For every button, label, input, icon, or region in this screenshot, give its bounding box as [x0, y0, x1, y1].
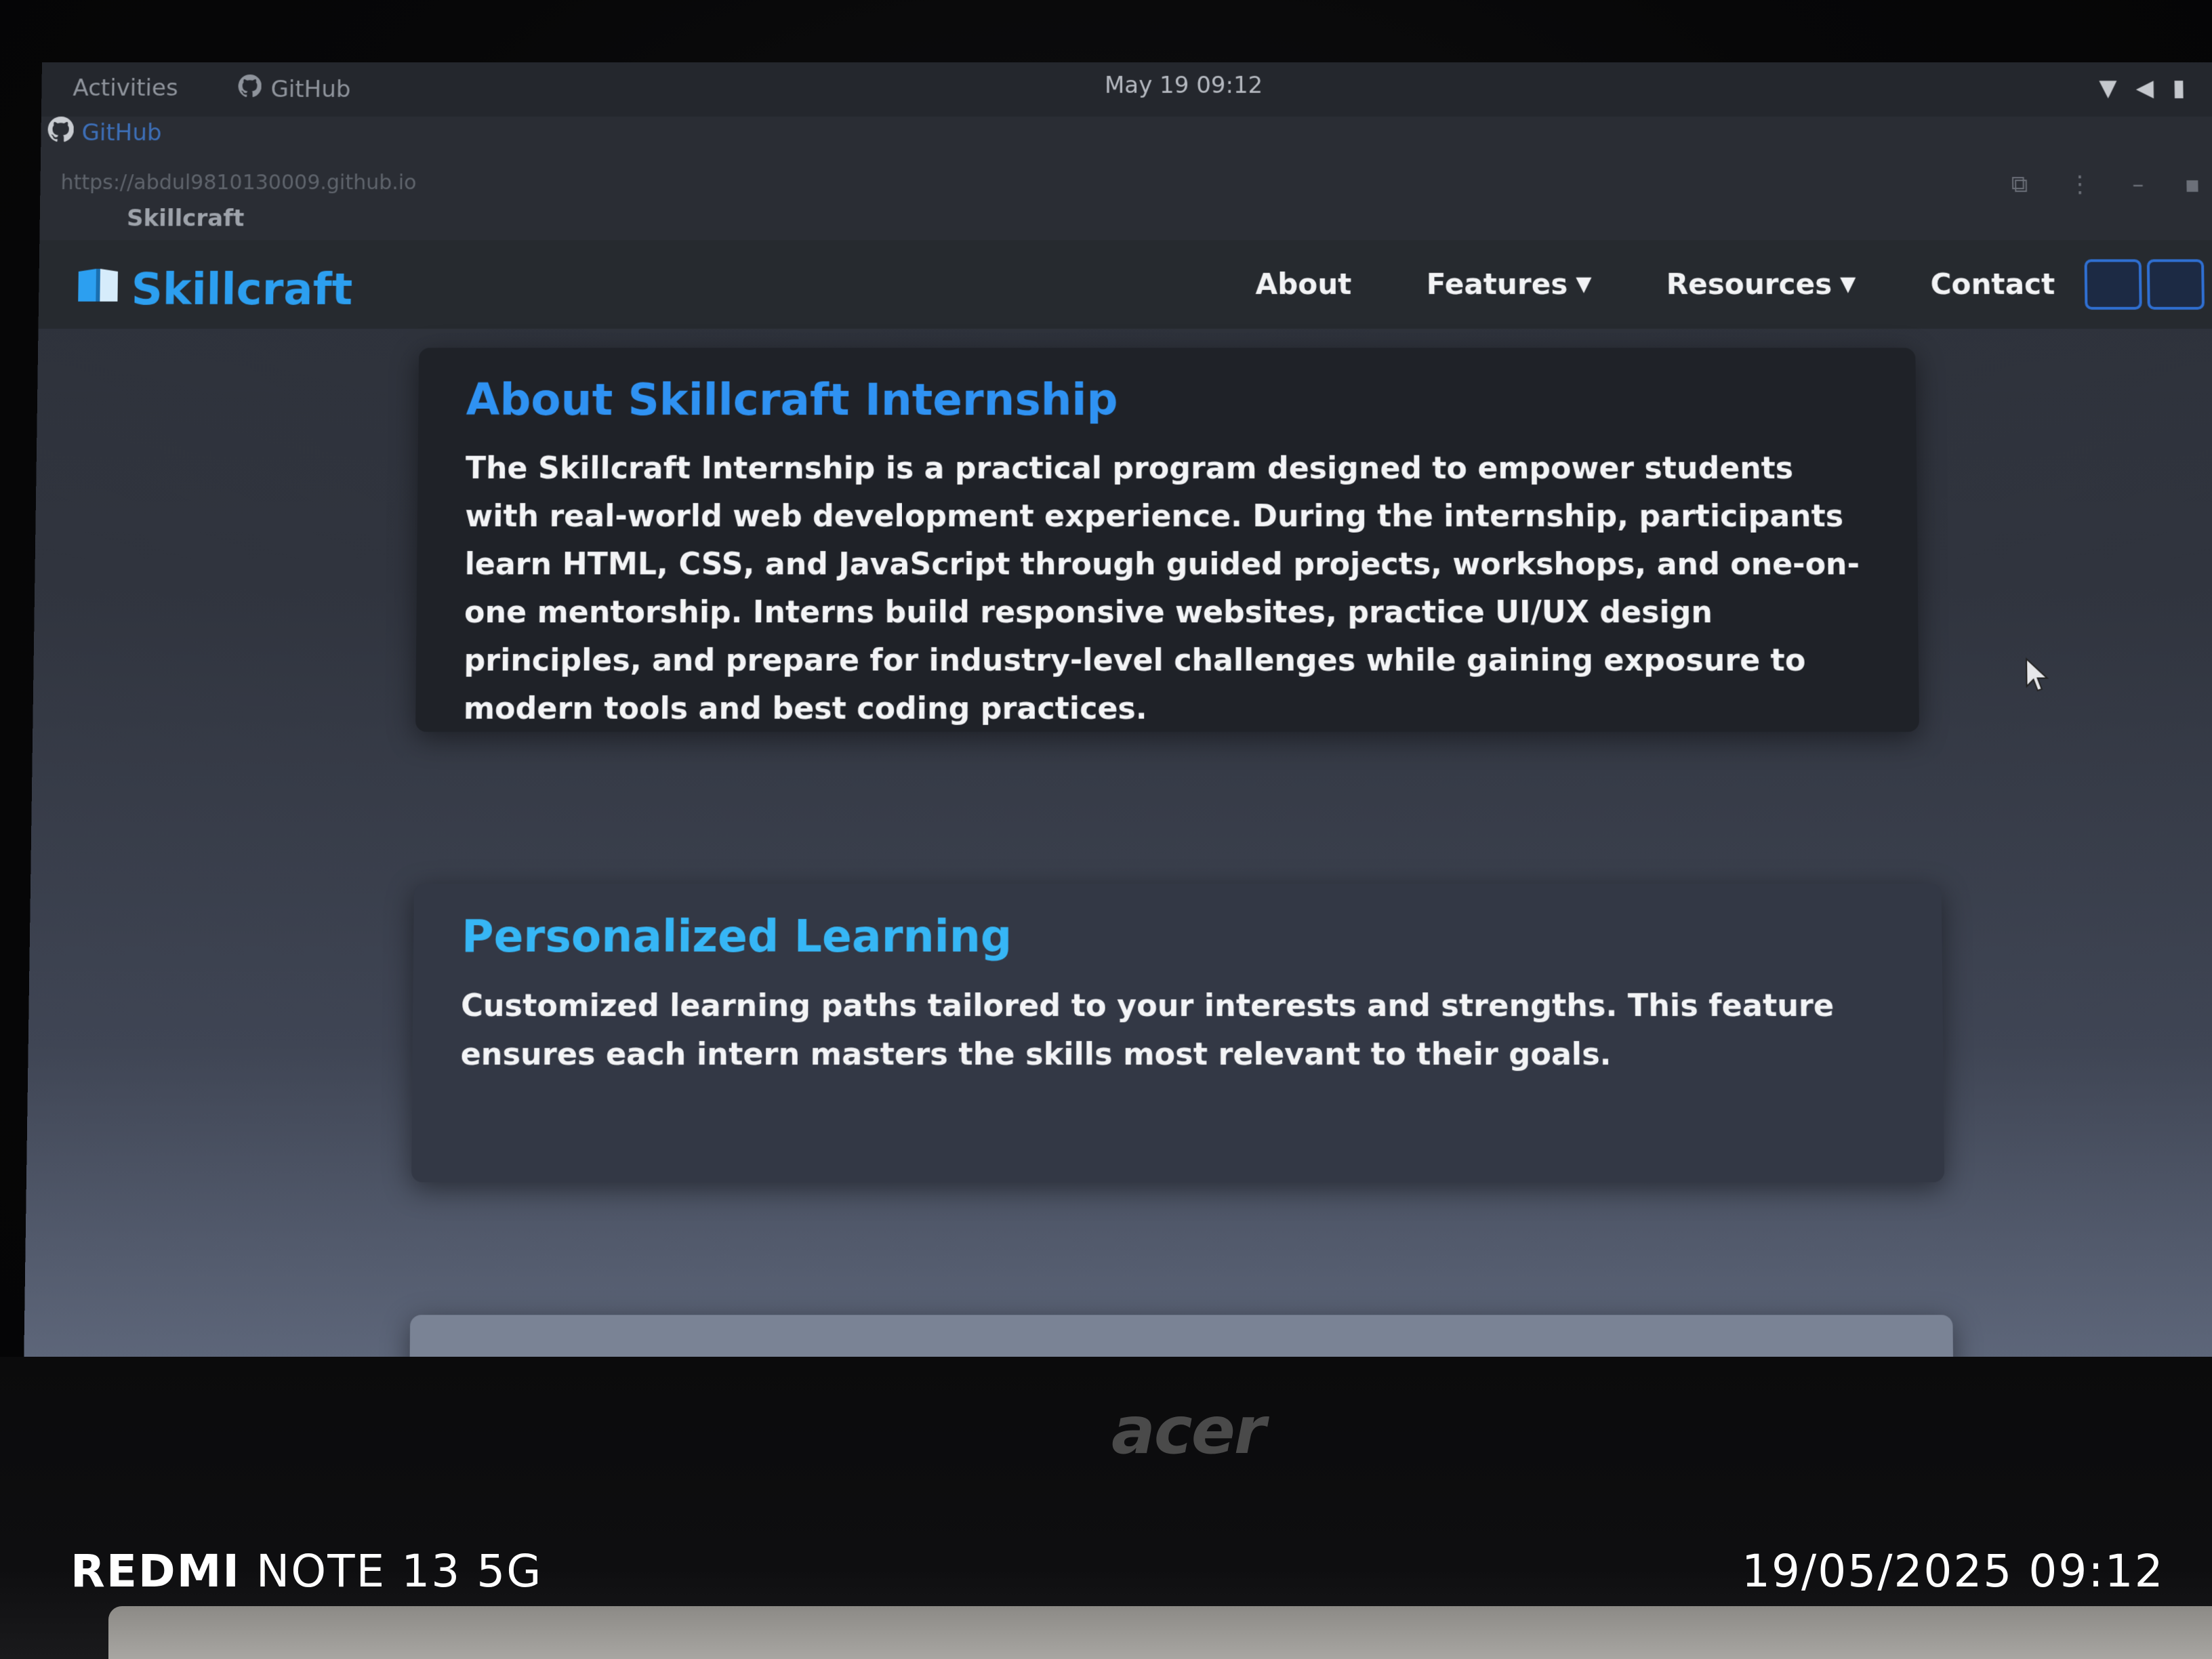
cursor-icon	[2024, 656, 2051, 703]
restore-icon[interactable]: ▪	[2184, 171, 2200, 198]
brand-name: Skillcraft	[131, 264, 353, 315]
laptop-logo: acer	[1111, 1393, 1266, 1469]
menu-button[interactable]	[2146, 259, 2205, 310]
about-card: About Skillcraft Internship The Skillcra…	[415, 348, 1919, 732]
page-title: Skillcraft	[126, 205, 245, 232]
laptop-screen: Activities GitHub May 19 09:12 ▼ ◀ ▮ Git…	[23, 62, 2212, 1378]
nav-about[interactable]: About	[1255, 268, 1351, 301]
nav-contact-label: Contact	[1930, 267, 2055, 301]
about-heading: About Skillcraft Internship	[466, 375, 1118, 426]
about-body: The Skillcraft Internship is a practical…	[463, 451, 1860, 726]
github-icon	[238, 74, 262, 104]
feature-card: Personalized Learning Customized learnin…	[411, 883, 1945, 1183]
feature-body: Customized learning paths tailored to yo…	[460, 988, 1835, 1073]
app-name: GitHub	[270, 75, 351, 103]
nav-about-label: About	[1255, 267, 1352, 301]
site-navbar: Skillcraft About Features ▼ Resources ▼ …	[38, 240, 2212, 329]
kebab-menu-icon[interactable]: ⋮	[2068, 171, 2092, 198]
caret-down-icon: ▼	[1840, 272, 1856, 296]
window-controls: ⧉ ⋮ – ▪	[2011, 171, 2200, 198]
site-brand[interactable]: Skillcraft	[75, 265, 353, 315]
photo: Activities GitHub May 19 09:12 ▼ ◀ ▮ Git…	[0, 0, 2212, 1659]
system-tray[interactable]: ▼ ◀ ▮	[2099, 75, 2186, 102]
watermark-brand: REDMI	[70, 1545, 241, 1597]
minimize-icon[interactable]: –	[2132, 171, 2144, 198]
tab-title: GitHub	[81, 119, 162, 146]
theme-toggle-button[interactable]	[2084, 259, 2142, 310]
wifi-icon: ▼	[2099, 74, 2117, 102]
feature-heading: Personalized Learning	[461, 911, 1012, 963]
nav-features[interactable]: Features ▼	[1427, 268, 1592, 301]
nav-contact[interactable]: Contact	[1930, 268, 2055, 301]
nav-resources-label: Resources	[1666, 267, 1832, 301]
github-icon	[47, 116, 74, 148]
nav-action-buttons	[2084, 259, 2205, 310]
battery-icon: ▮	[2172, 74, 2186, 102]
nav-features-label: Features	[1426, 267, 1568, 301]
watermark-model: NOTE 13 5G	[255, 1545, 543, 1597]
camera-watermark-timestamp: 19/05/2025 09:12	[1742, 1545, 2165, 1597]
nav-resources[interactable]: Resources ▼	[1666, 268, 1856, 301]
url-bar[interactable]: https://abdul9810130009.github.io	[60, 171, 416, 194]
caret-down-icon: ▼	[1576, 272, 1592, 296]
extension-icon[interactable]: ⧉	[2011, 171, 2028, 198]
volume-icon: ◀	[2135, 74, 2154, 102]
camera-watermark-model: REDMI NOTE 13 5G	[70, 1545, 542, 1597]
activities-button[interactable]: Activities	[73, 75, 178, 102]
browser-tab[interactable]: GitHub	[47, 116, 162, 148]
book-icon	[75, 265, 121, 315]
app-menu[interactable]: GitHub	[238, 74, 351, 104]
keyboard-edge	[108, 1606, 2212, 1659]
clock[interactable]: May 19 09:12	[1105, 72, 1263, 99]
main-nav: About Features ▼ Resources ▼ Contact	[1255, 268, 2055, 301]
system-top-bar: Activities GitHub May 19 09:12 ▼ ◀ ▮	[41, 62, 2212, 117]
